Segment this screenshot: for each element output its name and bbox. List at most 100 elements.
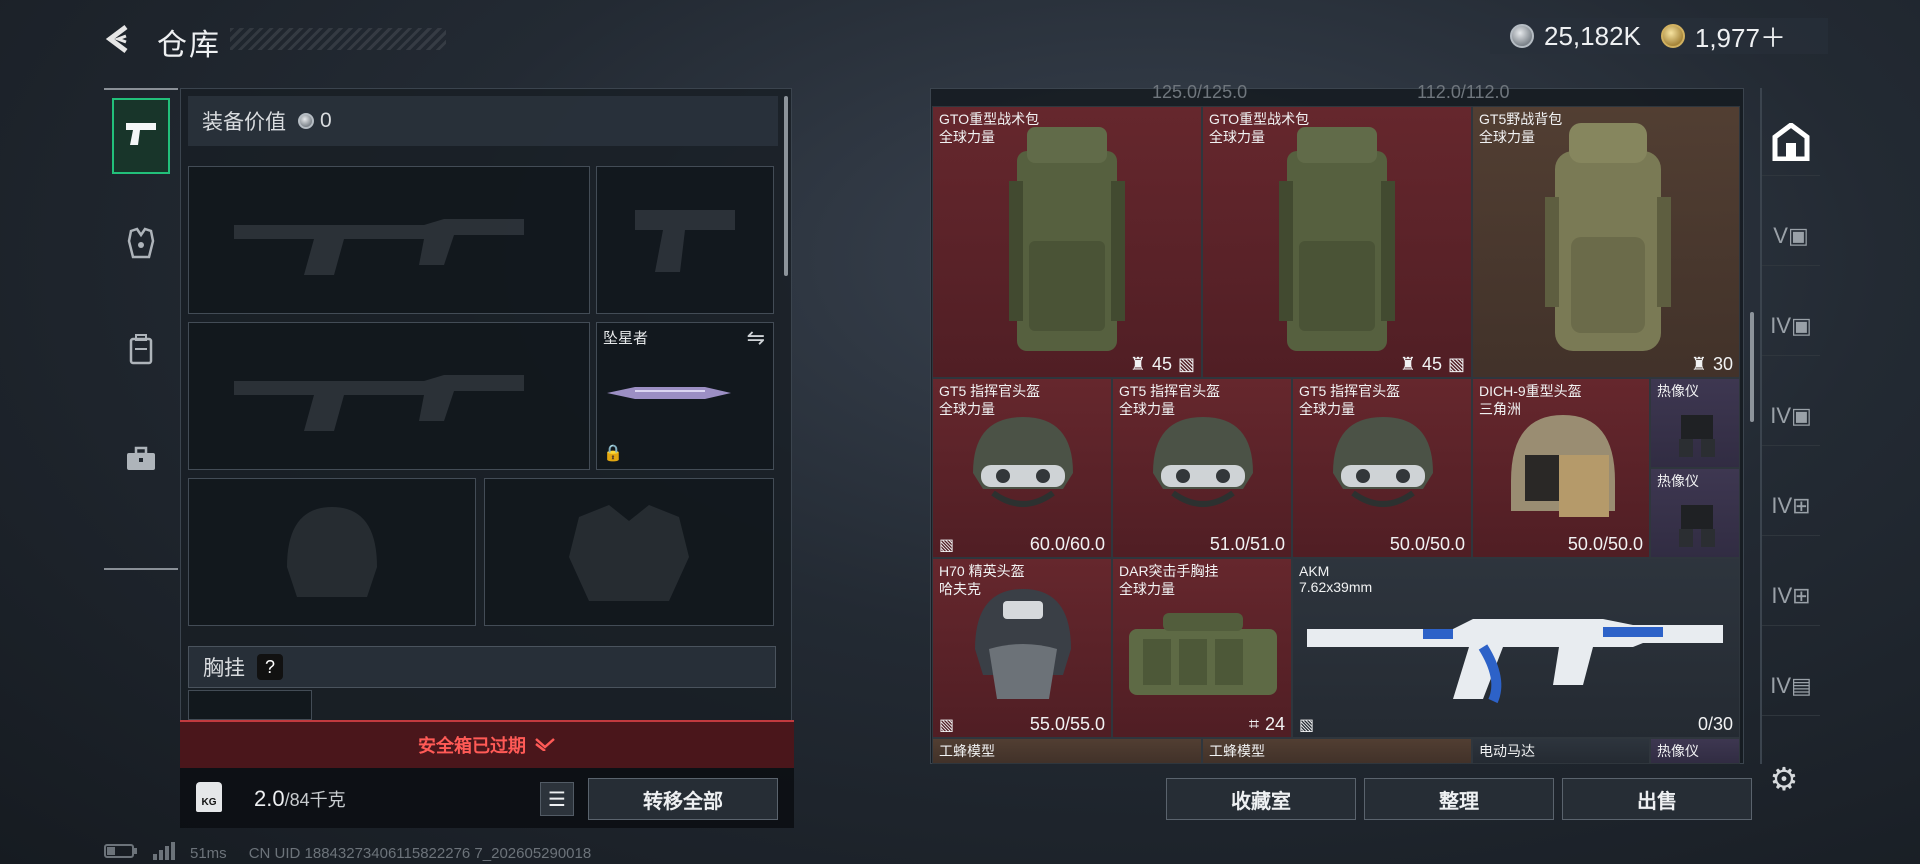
weight-readout: 2.0/84千克 — [254, 786, 346, 812]
secure-case-status: 安全箱已过期 — [418, 736, 526, 756]
melee-slot[interactable]: 坠星者 ⇋ 🔒 — [596, 322, 774, 470]
storage-page-tab[interactable]: IV▣ — [1762, 296, 1820, 356]
list-icon: ☰ — [548, 788, 566, 811]
chest-rig-bar: 胸挂 ? — [188, 646, 776, 688]
list-view-button[interactable]: ☰ — [540, 782, 574, 816]
item-durability: 51.0/51.0 — [1209, 534, 1285, 554]
storage-page-tab[interactable]: IV⊞ — [1762, 566, 1820, 626]
tab-case[interactable] — [112, 424, 170, 500]
secondary-weapon-slot[interactable] — [188, 322, 590, 470]
help-icon[interactable]: ? — [257, 654, 283, 680]
gear-icon[interactable]: ⚙ — [1764, 760, 1804, 800]
page-title: 仓库 — [157, 29, 221, 62]
storage-iv-add-icon: IV⊞ — [1771, 492, 1811, 518]
storage-item[interactable]: GT5 指挥官头盔 全球力量 51.0/51.0 — [1112, 378, 1292, 558]
swap-icon[interactable]: ⇋ — [747, 325, 765, 351]
item-stat-value: 45 — [1421, 354, 1442, 374]
thermal-scope-image — [1679, 505, 1715, 547]
storage-iv-icon: IV▣ — [1770, 312, 1812, 338]
collection-button[interactable]: 收藏室 — [1166, 778, 1356, 820]
chest-rig-label: 胸挂 — [203, 657, 245, 680]
backpack-capacity-icon: ♜ — [1690, 354, 1707, 374]
silver-coin-icon — [298, 113, 314, 129]
silver-coin-icon — [1510, 24, 1534, 48]
tab-backpack[interactable] — [112, 314, 170, 390]
storage-page-tab[interactable]: IV⊞ — [1762, 476, 1820, 536]
storage-iv-icon: IV▣ — [1770, 402, 1812, 428]
transfer-all-button[interactable]: 转移全部 — [588, 778, 778, 820]
storage-item[interactable]: 热像仪 — [1650, 468, 1740, 558]
armor-slot[interactable] — [484, 478, 774, 626]
top-row-durability: 125.0/125.0 112.0/112.0 — [1152, 84, 1510, 102]
backpack-capacity-icon: ♜ — [1129, 354, 1146, 374]
item-stat-value: 24 — [1264, 714, 1285, 734]
storage-item[interactable]: DAR突击手胸挂 全球力量 ⌗ 24 — [1112, 558, 1292, 738]
signal-icon — [152, 842, 176, 864]
storage-item[interactable]: GT5 指挥官头盔 全球力量 50.0/50.0 — [1292, 378, 1472, 558]
pistol-slot[interactable] — [596, 166, 774, 314]
storage-v-icon: V▣ — [1773, 222, 1809, 248]
tab-weapons[interactable] — [112, 98, 170, 174]
pistol-icon — [124, 119, 158, 154]
item-name: 工蜂模型 — [1209, 743, 1265, 759]
knife-image — [607, 387, 731, 399]
item-brand: 全球力量 — [1479, 129, 1535, 145]
thermal-scope-image — [1679, 415, 1715, 457]
organize-button[interactable]: 整理 — [1364, 778, 1554, 820]
storage-page-tab[interactable]: IV▤ — [1762, 656, 1820, 716]
storage-iv-add-icon: IV⊞ — [1771, 582, 1811, 608]
storage-item[interactable]: H70 精英头盔 哈夫克 ▧ 55.0/55.0 — [932, 558, 1112, 738]
storage-top-row: 125.0/125.0 112.0/112.0 — [930, 84, 1740, 104]
storage-item[interactable]: GTO重型战术包 全球力量 ♜ 45 ▧ — [1202, 106, 1472, 378]
helmet-image — [975, 589, 1071, 699]
ping: 51ms — [190, 844, 227, 862]
item-name: 电动马达 — [1479, 743, 1535, 759]
storage-item[interactable]: DICH-9重型头盔 三角洲 50.0/50.0 — [1472, 378, 1650, 558]
storage-item[interactable]: 工蜂模型 — [1202, 738, 1472, 764]
item-name: 热像仪 — [1657, 743, 1699, 759]
tab-armor[interactable] — [112, 208, 170, 284]
chevron-down-icon — [534, 735, 556, 756]
storage-iv-icon: IV▤ — [1770, 672, 1812, 698]
equipment-scrollbar[interactable] — [784, 96, 788, 276]
sell-button[interactable]: 出售 — [1562, 778, 1752, 820]
item-name: 工蜂模型 — [939, 743, 995, 759]
weight-current: 2.0 — [254, 786, 285, 811]
storage-item[interactable]: AKM 7.62x39mm ▧ 0/30 — [1292, 558, 1740, 738]
storage-item[interactable]: 热像仪 — [1650, 738, 1740, 764]
storage-item[interactable]: GT5 指挥官头盔 全球力量 ▧ 60.0/60.0 — [932, 378, 1112, 558]
helmet-slot[interactable] — [188, 478, 476, 626]
equipment-value-bar: 装备价值 0 — [188, 96, 778, 146]
primary-weapon-slot[interactable] — [188, 166, 590, 314]
backpack-icon — [128, 333, 154, 372]
silver-amount[interactable]: 25,182K — [1544, 21, 1641, 52]
back-arrow-icon[interactable] — [104, 24, 134, 54]
secure-case-expired-bar[interactable]: 安全箱已过期 — [180, 720, 794, 768]
helmet-image — [1333, 417, 1433, 507]
storage-item[interactable]: 热像仪 — [1650, 378, 1740, 468]
battery-icon — [104, 843, 138, 863]
storage-item[interactable]: 电动马达 — [1472, 738, 1650, 764]
chest-rig-slot[interactable] — [188, 690, 312, 720]
no-insure-icon: ▧ — [939, 717, 955, 734]
backpack-image — [1279, 127, 1395, 351]
storage-item[interactable]: GT5野战背包 全球力量 ♜ 30 — [1472, 106, 1740, 378]
no-insure-icon: ▧ — [1299, 717, 1315, 734]
item-name: GT5 指挥官头盔 — [939, 383, 1041, 399]
item-durability: 50.0/50.0 — [1567, 534, 1643, 554]
storage-item[interactable]: GTO重型战术包 全球力量 ♜ 45 ▧ — [932, 106, 1202, 378]
storage-page-tab[interactable]: IV▣ — [1762, 386, 1820, 446]
storage-scrollbar[interactable] — [1750, 312, 1754, 422]
equipment-value-label: 装备价值 — [202, 111, 286, 134]
item-name: GT5 指挥官头盔 — [1299, 383, 1401, 399]
storage-page-tab[interactable]: V▣ — [1762, 206, 1820, 266]
chest-rig-image — [1129, 613, 1277, 695]
gold-amount[interactable]: 1,977＋ — [1695, 18, 1786, 55]
rig-capacity-icon: ⌗ — [1248, 714, 1259, 734]
storage-home-tab[interactable] — [1762, 116, 1820, 176]
rifle-image — [1307, 619, 1723, 704]
storage-item[interactable]: 工蜂模型 — [932, 738, 1202, 764]
item-stat: ♜ 30 — [1691, 354, 1733, 375]
title-decoration — [230, 28, 446, 50]
item-durability: 60.0/60.0 — [1029, 534, 1105, 554]
